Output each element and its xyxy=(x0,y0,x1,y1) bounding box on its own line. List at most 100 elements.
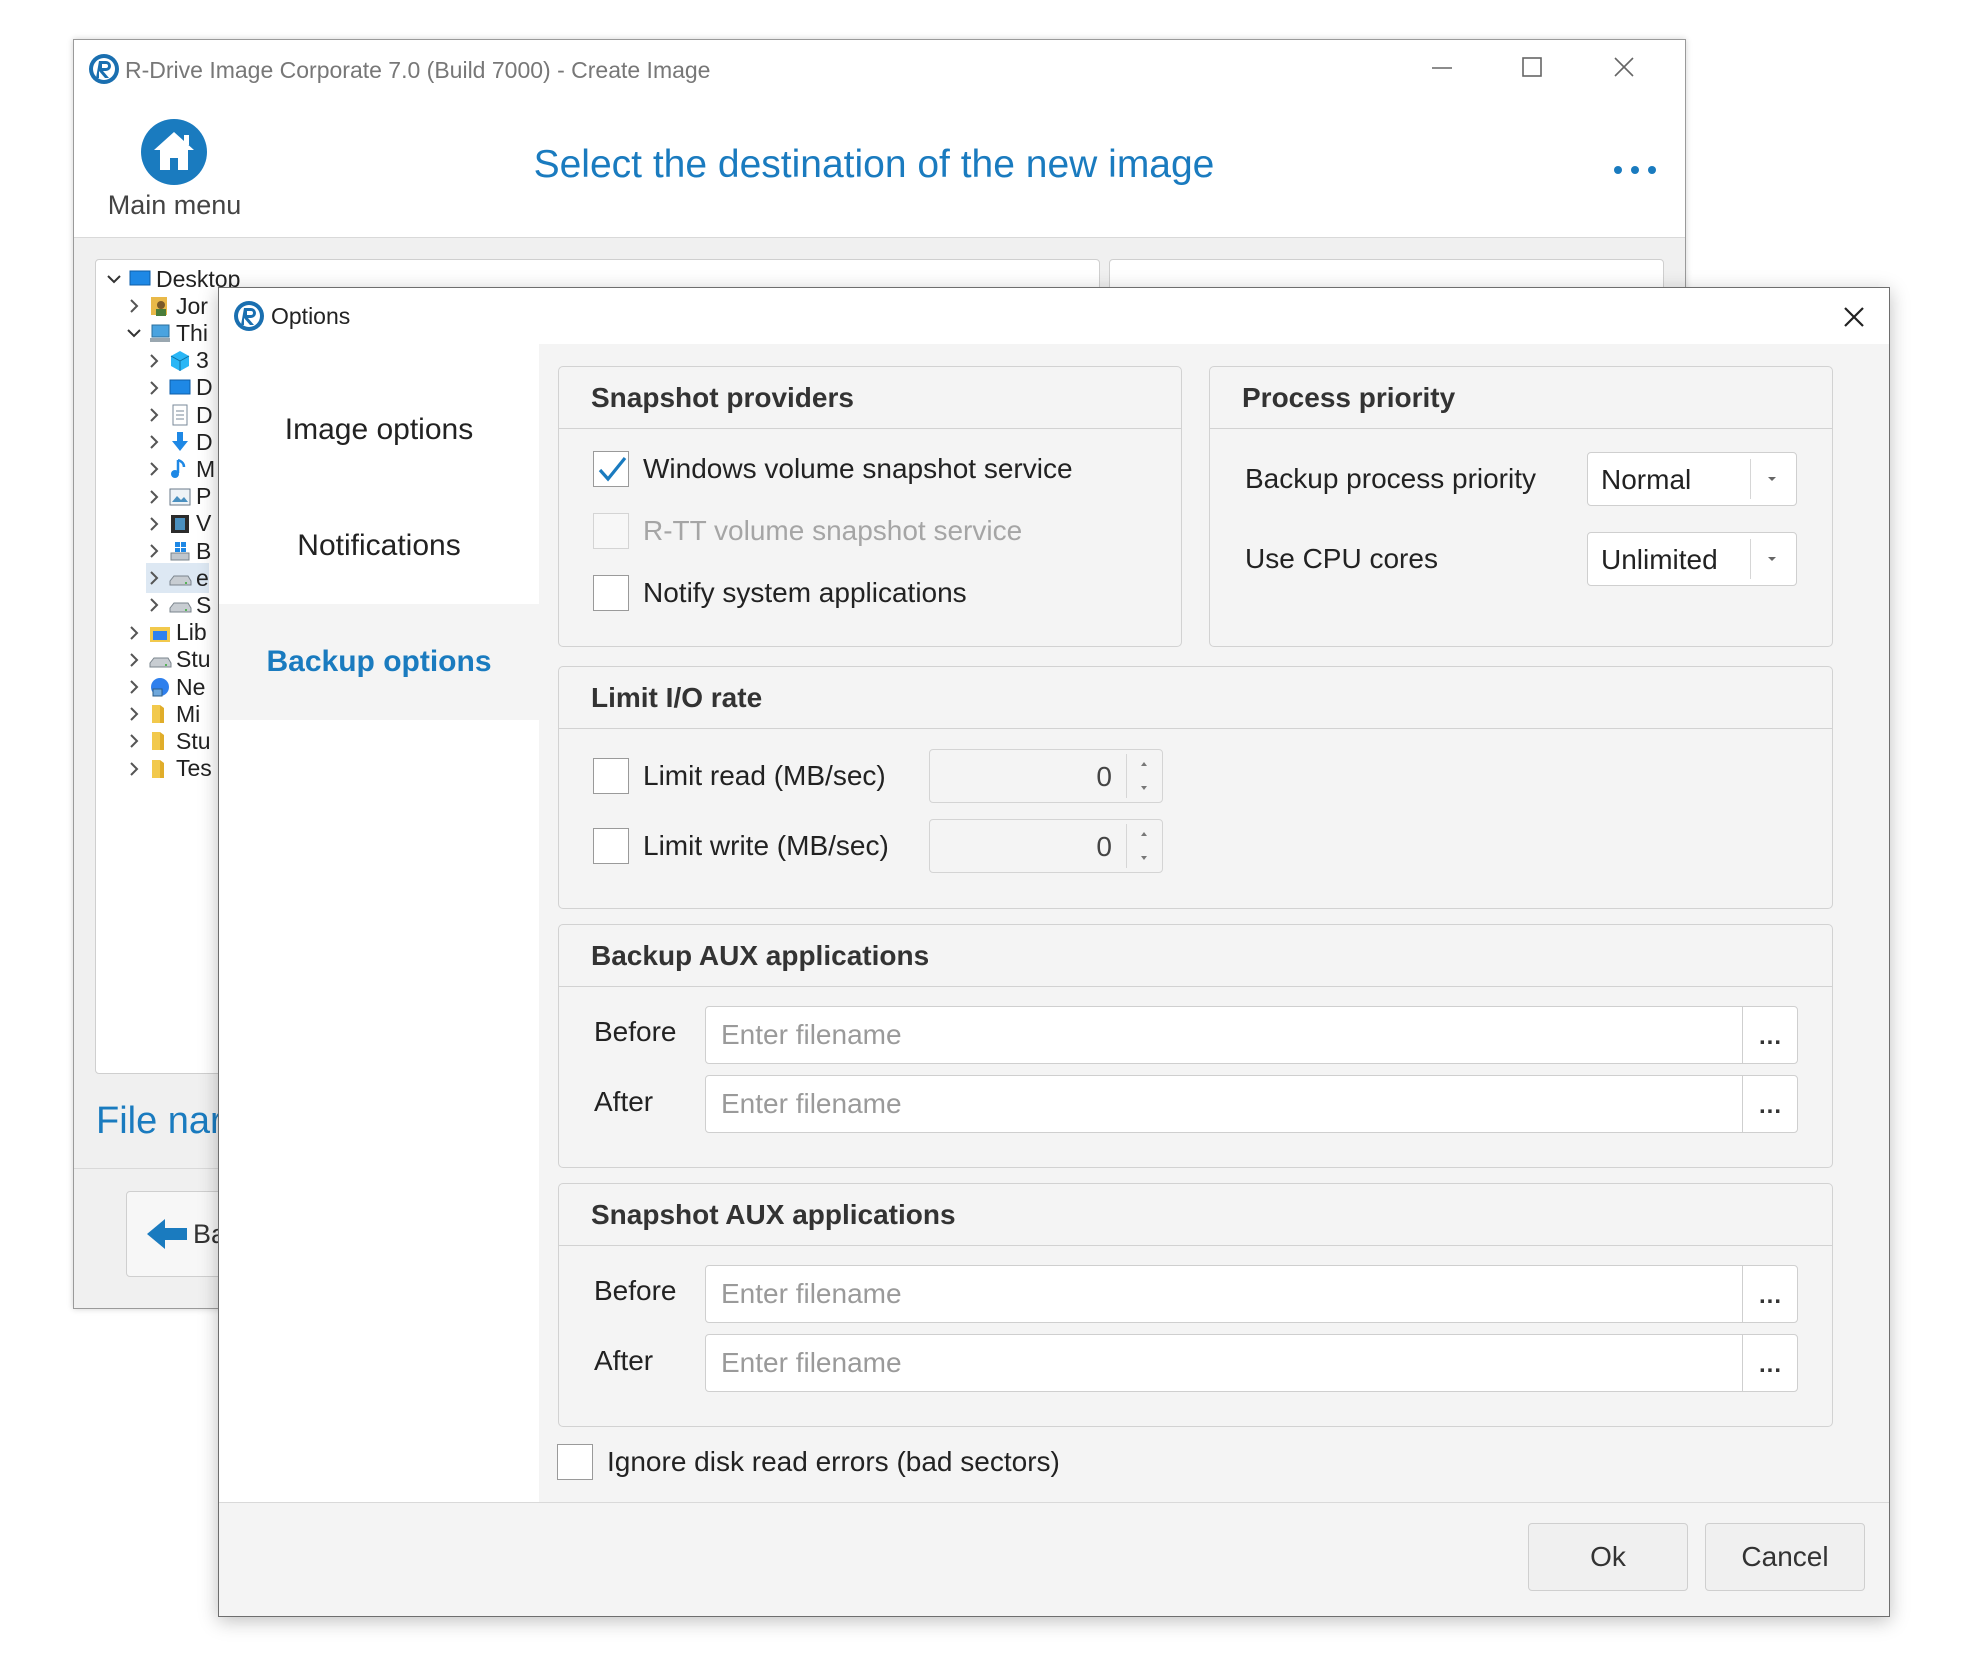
windows-drive-icon xyxy=(170,542,190,561)
tree-item-label: Stu xyxy=(176,727,211,754)
limit-read-stepper[interactable]: 0 xyxy=(929,749,1163,803)
tree-item[interactable]: S xyxy=(146,590,211,620)
chevron-down-icon xyxy=(1768,557,1776,561)
nav-notifications[interactable]: Notifications xyxy=(219,488,539,604)
tree-item[interactable]: D xyxy=(146,400,213,430)
snapshot-aux-after-input[interactable] xyxy=(706,1335,1742,1391)
tree-item[interactable]: Tes xyxy=(126,754,212,784)
backup-aux-before-browse-button[interactable]: ... xyxy=(1742,1007,1798,1063)
process-priority-title: Process priority xyxy=(1210,367,1832,429)
more-options-icon[interactable] xyxy=(1612,164,1658,176)
main-titlebar: R-Drive Image Corporate 7.0 (Build 7000)… xyxy=(74,40,1685,98)
tree-item[interactable]: 3 xyxy=(146,346,209,376)
ignore-read-errors-checkbox[interactable] xyxy=(557,1444,593,1480)
spin-up-icon[interactable] xyxy=(1137,828,1151,840)
maximize-icon[interactable] xyxy=(1512,50,1552,86)
backup-aux-after-input[interactable] xyxy=(706,1076,1742,1132)
chevron-right-icon[interactable] xyxy=(146,461,162,477)
chevron-down-icon[interactable] xyxy=(126,325,142,341)
tree-item[interactable]: Thi xyxy=(126,318,208,348)
spin-down-icon[interactable] xyxy=(1137,782,1151,794)
backup-aux-before-label: Before xyxy=(594,1016,677,1047)
main-window-title: R-Drive Image Corporate 7.0 (Build 7000)… xyxy=(125,57,711,83)
snapshot-aux-before-field: ... xyxy=(705,1265,1798,1323)
snapshot-aux-title: Snapshot AUX applications xyxy=(559,1184,1832,1246)
chevron-right-icon[interactable] xyxy=(146,434,162,450)
tree-item[interactable]: Ne xyxy=(126,672,205,702)
chevron-right-icon[interactable] xyxy=(146,570,162,586)
chevron-right-icon[interactable] xyxy=(146,489,162,505)
backup-aux-before-input[interactable] xyxy=(706,1007,1742,1063)
limit-write-checkbox[interactable] xyxy=(593,828,629,864)
page-title: Select the destination of the new image xyxy=(533,143,1215,186)
chevron-right-icon[interactable] xyxy=(126,679,142,695)
rtt-vss-checkbox xyxy=(593,513,629,549)
chevron-right-icon[interactable] xyxy=(146,380,162,396)
close-icon[interactable] xyxy=(1604,50,1644,86)
tree-item[interactable]: Stu xyxy=(126,645,211,675)
tree-item[interactable]: Stu xyxy=(126,726,211,756)
tree-item[interactable]: Lib xyxy=(126,618,207,648)
chevron-right-icon[interactable] xyxy=(146,543,162,559)
chevron-right-icon[interactable] xyxy=(146,597,162,613)
nav-backup-options[interactable]: Backup options xyxy=(219,604,539,720)
user-icon xyxy=(151,297,167,317)
tree-item[interactable]: Mi xyxy=(126,699,200,729)
downloads-icon xyxy=(172,432,188,452)
home-icon[interactable] xyxy=(140,118,208,186)
chevron-right-icon[interactable] xyxy=(126,298,142,314)
chevron-right-icon[interactable] xyxy=(126,652,142,668)
tree-item[interactable]: D xyxy=(146,373,213,403)
nav-image-options[interactable]: Image options xyxy=(219,372,539,488)
chevron-right-icon[interactable] xyxy=(126,706,142,722)
notify-apps-label: Notify system applications xyxy=(643,577,967,608)
notify-apps-checkbox[interactable] xyxy=(593,575,629,611)
minimize-icon[interactable] xyxy=(1422,50,1462,86)
tree-item[interactable]: P xyxy=(146,482,211,512)
snapshot-aux-before-input[interactable] xyxy=(706,1266,1742,1322)
snapshot-providers-title: Snapshot providers xyxy=(559,367,1181,429)
music-icon xyxy=(171,459,186,479)
tree-item[interactable]: B xyxy=(146,536,211,566)
chevron-down-icon[interactable] xyxy=(106,271,122,287)
folder-icon xyxy=(152,705,164,724)
limit-write-option[interactable]: Limit write (MB/sec) xyxy=(593,828,889,864)
notify-apps-option[interactable]: Notify system applications xyxy=(593,575,967,611)
tree-item[interactable]: M xyxy=(146,454,215,484)
rtt-vss-label: R-TT volume snapshot service xyxy=(643,515,1023,546)
tree-item-label: Stu xyxy=(176,646,211,673)
spin-down-icon[interactable] xyxy=(1137,852,1151,864)
ignore-read-errors-option[interactable]: Ignore disk read errors (bad sectors) xyxy=(557,1444,1060,1480)
limit-read-value: 0 xyxy=(1096,761,1112,792)
chevron-right-icon[interactable] xyxy=(146,407,162,423)
ok-button[interactable]: Ok xyxy=(1528,1523,1688,1591)
backup-aux-after-browse-button[interactable]: ... xyxy=(1742,1076,1798,1132)
tree-item-label: Jor xyxy=(176,292,208,319)
chevron-right-icon[interactable] xyxy=(126,625,142,641)
desktop-icon xyxy=(169,379,191,395)
backup-priority-select[interactable]: Normal xyxy=(1587,452,1797,506)
chevron-right-icon[interactable] xyxy=(126,761,142,777)
close-icon[interactable] xyxy=(1839,302,1869,332)
cpu-cores-select[interactable]: Unlimited xyxy=(1587,532,1797,586)
drive-icon xyxy=(149,657,172,668)
chevron-right-icon[interactable] xyxy=(126,733,142,749)
limit-read-checkbox[interactable] xyxy=(593,758,629,794)
snapshot-aux-before-browse-button[interactable]: ... xyxy=(1742,1266,1798,1322)
tree-item[interactable]: Jor xyxy=(126,291,208,321)
backup-aux-after-field: ... xyxy=(705,1075,1798,1133)
tree-item-label: B xyxy=(196,537,212,564)
windows-vss-option[interactable]: Windows volume snapshot service xyxy=(593,451,1073,487)
limit-read-option[interactable]: Limit read (MB/sec) xyxy=(593,758,886,794)
chevron-right-icon[interactable] xyxy=(146,353,162,369)
tree-item[interactable]: V xyxy=(146,509,211,539)
snapshot-aux-after-browse-button[interactable]: ... xyxy=(1742,1335,1798,1391)
chevron-right-icon[interactable] xyxy=(146,516,162,532)
windows-vss-checkbox[interactable] xyxy=(593,451,629,487)
main-menu-label[interactable]: Main menu xyxy=(102,190,247,221)
tree-item[interactable]: e xyxy=(146,563,209,594)
limit-write-stepper[interactable]: 0 xyxy=(929,819,1163,873)
cancel-button[interactable]: Cancel xyxy=(1705,1523,1865,1591)
tree-item[interactable]: D xyxy=(146,427,213,457)
spin-up-icon[interactable] xyxy=(1137,758,1151,770)
